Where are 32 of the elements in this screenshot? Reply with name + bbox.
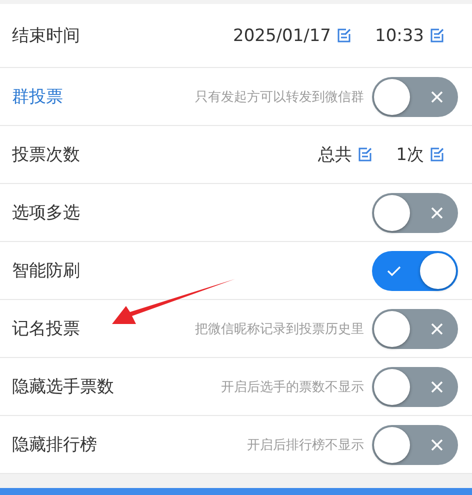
toggle-switch[interactable] — [372, 308, 458, 348]
close-icon — [430, 438, 444, 452]
edit-icon[interactable] — [358, 147, 372, 162]
toggle-switch[interactable] — [372, 250, 458, 290]
check-icon — [386, 264, 402, 278]
setting-hint: 把微信昵称记录到投票历史里 — [195, 320, 364, 338]
setting-label: 隐藏选手票数 — [12, 376, 114, 398]
close-icon — [430, 90, 444, 104]
setting-hint: 开启后排行榜不显示 — [247, 436, 364, 454]
setting-label: 智能防刷 — [12, 260, 80, 282]
close-icon — [430, 322, 444, 336]
group-vote-link[interactable]: 群投票 — [12, 85, 63, 108]
setting-hint: 开启后选手的票数不显示 — [221, 378, 364, 396]
edit-icon[interactable] — [430, 147, 444, 162]
edit-icon[interactable] — [337, 28, 351, 43]
close-icon — [430, 380, 444, 394]
toggle-switch[interactable] — [372, 424, 458, 464]
close-icon — [430, 206, 444, 220]
setting-value: 10:33 — [375, 26, 424, 46]
setting-value: 1次 — [396, 144, 424, 166]
setting-hint: 只有发起方可以转发到微信群 — [195, 88, 364, 106]
setting-value: 2025/01/17 — [233, 26, 331, 46]
setting-label: 记名投票 — [12, 318, 80, 340]
toggle-switch[interactable] — [372, 192, 458, 232]
setting-label: 投票次数 — [12, 144, 80, 166]
edit-icon[interactable] — [430, 28, 444, 43]
setting-label: 隐藏排行榜 — [12, 434, 97, 456]
setting-label: 结束时间 — [12, 25, 80, 47]
setting-label: 选项多选 — [12, 202, 80, 224]
toggle-switch[interactable] — [372, 366, 458, 406]
toggle-switch[interactable] — [372, 76, 458, 116]
setting-value: 总共 — [318, 144, 352, 166]
